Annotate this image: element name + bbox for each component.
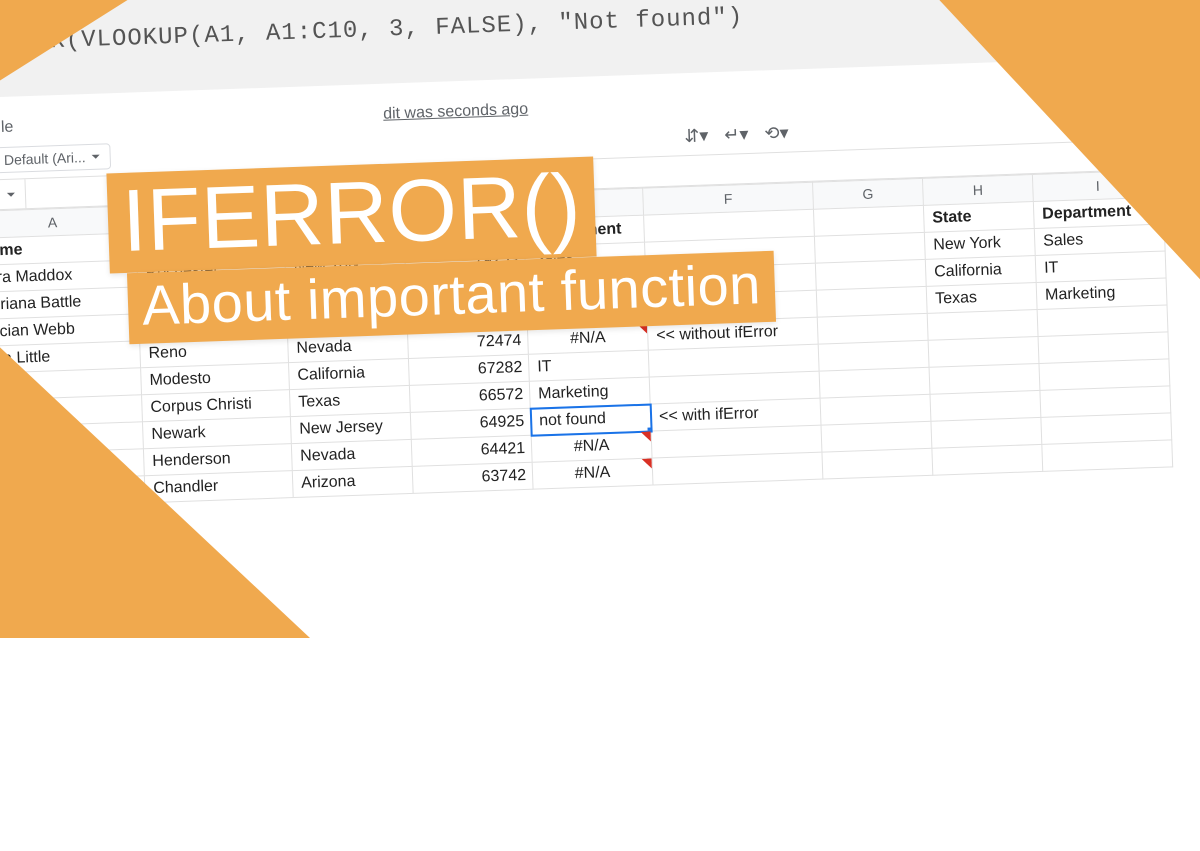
cell[interactable] — [928, 336, 1039, 367]
cell[interactable] — [815, 259, 926, 290]
edit-status[interactable]: dit was seconds ago — [383, 101, 529, 124]
cell[interactable] — [814, 232, 925, 263]
decor-triangle — [0, 338, 310, 638]
col-header[interactable]: G — [813, 178, 924, 209]
title-banner: IFERROR() — [106, 157, 596, 274]
cell[interactable]: 64925 — [410, 408, 531, 439]
cell[interactable]: 63742 — [412, 462, 533, 493]
decor-triangle — [930, 0, 1200, 290]
cell[interactable]: Arizona — [292, 466, 413, 497]
cell[interactable] — [817, 313, 928, 344]
cell[interactable]: #N/A — [532, 458, 653, 489]
cell[interactable] — [819, 367, 930, 398]
cell[interactable] — [813, 205, 924, 236]
font-select[interactable]: Default (Ari... — [0, 143, 111, 173]
cell[interactable]: IT — [528, 350, 649, 381]
cell[interactable] — [818, 340, 929, 371]
chevron-down-icon — [92, 155, 100, 163]
cell[interactable]: Marketing — [529, 377, 650, 408]
rotate-icon[interactable]: ⟲▾ — [764, 122, 789, 144]
cell[interactable]: 67282 — [408, 354, 529, 385]
cell[interactable] — [1042, 440, 1173, 472]
cell[interactable] — [820, 394, 931, 425]
cell[interactable] — [929, 363, 1040, 394]
cell[interactable] — [652, 452, 823, 485]
font-name: Default (Ari... — [4, 149, 86, 168]
cell[interactable]: #N/A — [531, 431, 652, 462]
cell[interactable] — [821, 421, 932, 452]
cell[interactable] — [927, 309, 1038, 340]
chevron-down-icon — [7, 192, 15, 200]
decor-triangle — [0, 0, 202, 104]
wrap-icon[interactable]: ↵▾ — [724, 123, 749, 145]
cell[interactable] — [816, 286, 927, 317]
menu-file[interactable]: File — [0, 119, 14, 138]
name-box[interactable]: E8 — [0, 179, 26, 211]
cell[interactable]: 64421 — [411, 435, 532, 466]
cell[interactable] — [932, 444, 1043, 475]
valign-icon[interactable]: ⇵▾ — [684, 125, 709, 147]
cell[interactable]: not found — [530, 404, 651, 435]
cell[interactable] — [931, 417, 1042, 448]
cell[interactable] — [930, 390, 1041, 421]
cell[interactable]: 66572 — [409, 381, 530, 412]
cell[interactable] — [822, 448, 933, 479]
